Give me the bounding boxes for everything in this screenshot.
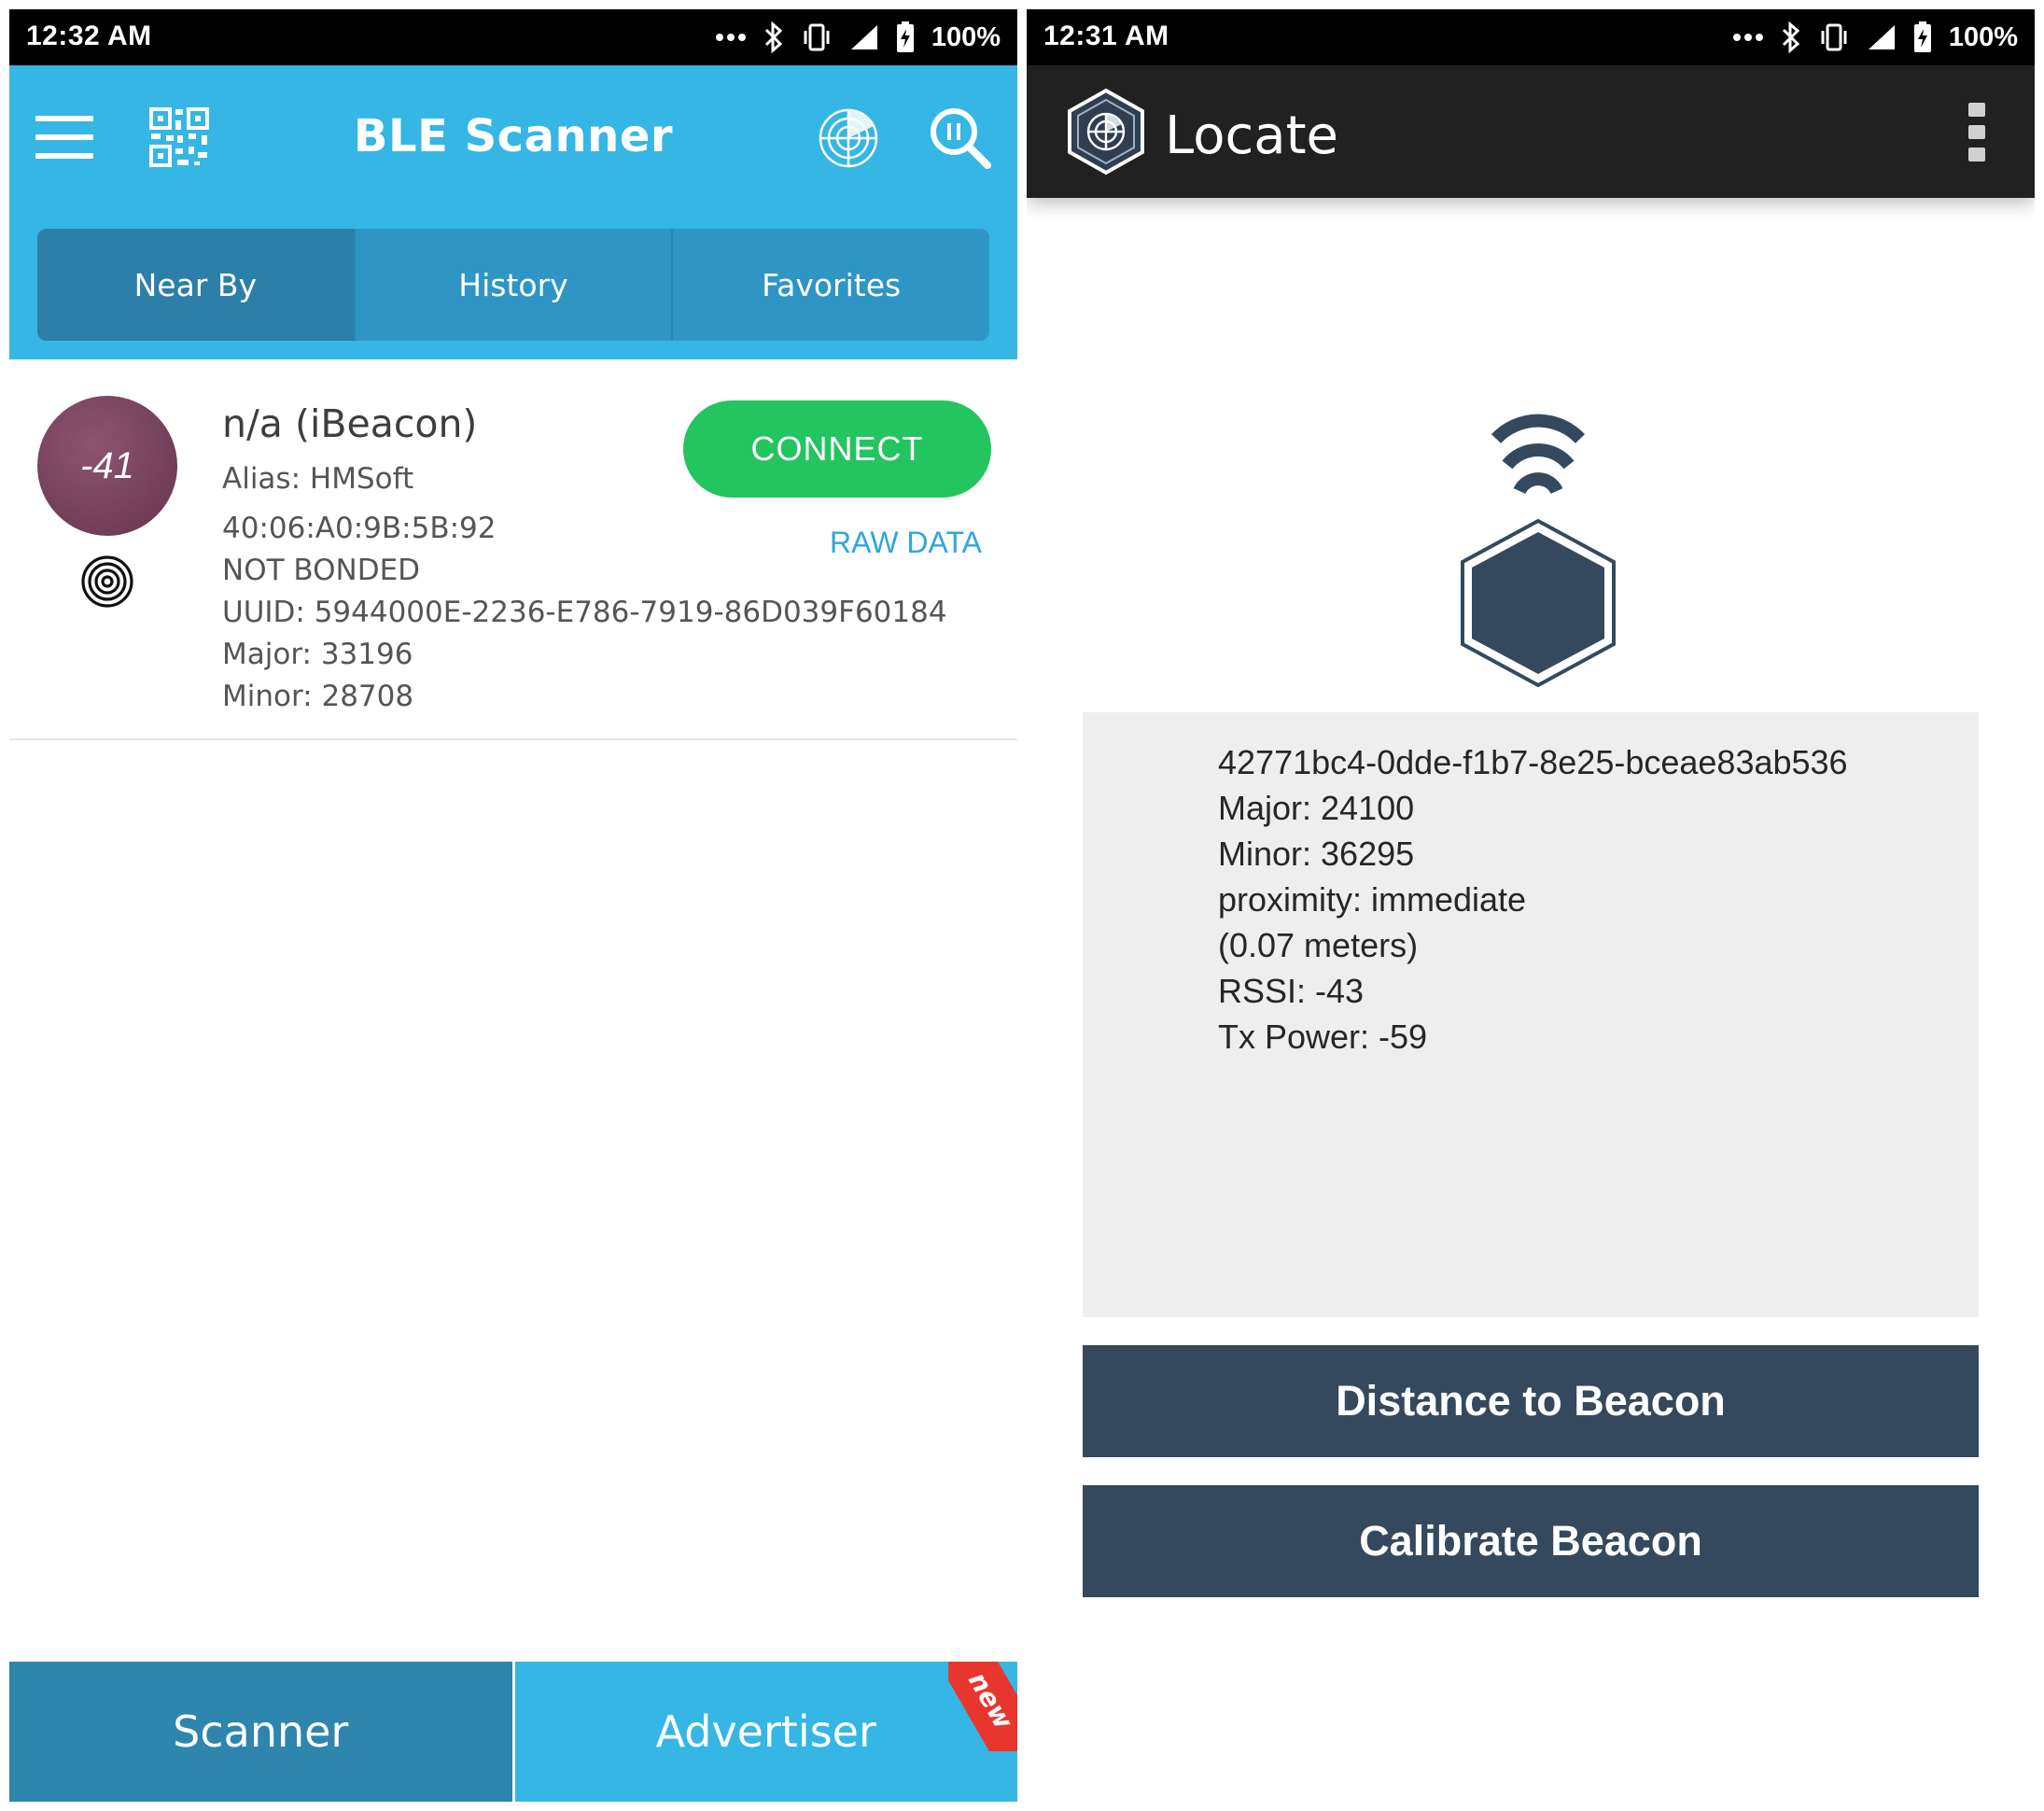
more-notifications-icon	[1732, 34, 1763, 41]
advertiser-label: Advertiser	[655, 1706, 876, 1757]
beacon-signal-icon	[81, 555, 133, 608]
tab-favorites[interactable]: Favorites	[671, 229, 989, 341]
status-time: 12:32 AM	[26, 21, 152, 51]
signal-icon	[1868, 25, 1895, 49]
radar-icon[interactable]	[818, 107, 879, 169]
status-icons: 100%	[1732, 19, 2018, 56]
calibrate-beacon-button[interactable]: Calibrate Beacon	[1083, 1485, 1979, 1597]
new-badge-label: new	[948, 1662, 1017, 1751]
new-badge: new	[948, 1662, 1017, 1751]
device-minor: Minor: 28708	[222, 680, 414, 713]
scan-tabs: Near By History Favorites	[37, 229, 989, 341]
status-bar: 12:32 AM 100%	[9, 9, 1017, 65]
distance-to-beacon-button[interactable]: Distance to Beacon	[1083, 1345, 1979, 1457]
locate-logo-icon	[1068, 88, 1144, 175]
rssi-badge: -41	[37, 396, 177, 536]
beacon-uuid: 42771bc4-0dde-f1b7-8e25-bceae83ab536	[1218, 743, 1848, 781]
battery-percent: 100%	[1948, 21, 2018, 52]
battery-charging-icon	[1913, 21, 1931, 52]
vibrate-icon	[804, 23, 830, 51]
bottom-navigation: Scanner Advertiser new	[9, 1662, 1017, 1802]
app-header: BLE Scanner Near By History Favorites	[9, 65, 1017, 359]
beacon-info-panel: 42771bc4-0dde-f1b7-8e25-bceae83ab536 Maj…	[1083, 712, 1979, 1317]
connect-button[interactable]: CONNECT	[683, 400, 991, 498]
advertiser-button[interactable]: Advertiser new	[511, 1662, 1017, 1802]
more-notifications-icon	[715, 34, 746, 41]
signal-icon	[850, 25, 877, 49]
app-toolbar: Locate	[1027, 65, 2035, 198]
scanner-label: Scanner	[173, 1706, 349, 1757]
tab-near-by[interactable]: Near By	[37, 229, 354, 341]
raw-data-link[interactable]: RAW DATA	[830, 526, 982, 560]
status-time: 12:31 AM	[1043, 21, 1169, 51]
beacon-distance: (0.07 meters)	[1218, 926, 1419, 964]
battery-charging-icon	[896, 21, 914, 52]
beacon-rssi: RSSI: -43	[1218, 972, 1365, 1010]
bluetooth-icon	[1782, 21, 1800, 53]
device-major: Major: 33196	[222, 638, 413, 671]
beacon-hexagon-icon	[1461, 414, 1616, 688]
bond-status: NOT BONDED	[222, 554, 421, 587]
battery-percent: 100%	[931, 21, 1001, 52]
scanner-button[interactable]: Scanner	[9, 1662, 512, 1802]
locate-screen: 12:31 AM 100% Locate 42771bc4-0dde-f1b7-…	[1027, 9, 2035, 1802]
status-bar: 12:31 AM 100%	[1027, 9, 2035, 65]
status-icons: 100%	[715, 19, 1001, 56]
device-list-item[interactable]: -41 n/a (iBeacon) Alias: HMSoft 40:06:A0…	[9, 359, 1017, 740]
beacon-major: Major: 24100	[1218, 789, 1415, 827]
bluetooth-icon	[764, 21, 783, 53]
beacon-tx-power: Tx Power: -59	[1218, 1018, 1428, 1056]
beacon-minor: Minor: 36295	[1218, 835, 1415, 873]
screen-title: Locate	[1165, 105, 1338, 166]
device-alias: Alias: HMSoft	[222, 462, 414, 496]
overflow-menu-icon[interactable]	[1966, 103, 1988, 162]
ble-scanner-screen: 12:32 AM 100% BLE Scanner Near By Histor…	[9, 9, 1017, 1802]
beacon-proximity: proximity: immediate	[1218, 880, 1527, 919]
vibrate-icon	[1821, 23, 1847, 51]
search-icon[interactable]	[928, 105, 991, 169]
tab-history[interactable]: History	[353, 229, 672, 341]
device-uuid: UUID: 5944000E-2236-E786-7919-86D039F601…	[222, 596, 947, 629]
device-mac: 40:06:A0:9B:5B:92	[222, 512, 497, 545]
device-name: n/a (iBeacon)	[222, 401, 478, 446]
